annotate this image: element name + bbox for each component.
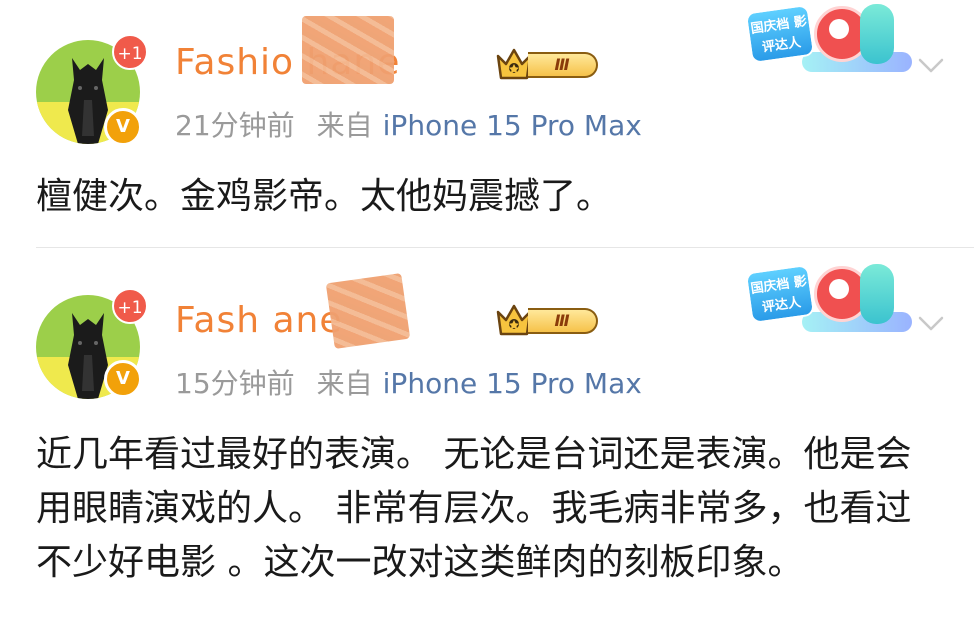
- chevron-down-icon[interactable]: [916, 308, 946, 338]
- notification-badge: +1: [112, 288, 148, 324]
- post-content: 近几年看过最好的表演。 无论是台词还是表演。他是会用眼睛演戏的人。 非常有层次。…: [36, 434, 912, 583]
- redaction-mark: [302, 16, 394, 84]
- source-label: 来自: [316, 367, 373, 400]
- verified-v-icon: V: [104, 360, 142, 398]
- level-badge: Ⅲ: [528, 308, 598, 334]
- post-content: 檀健次。金鸡影帝。太他妈震撼了。: [36, 176, 613, 217]
- post-time: 15分钟前: [175, 367, 295, 400]
- post-meta: 15分钟前 来自 iPhone 15 Pro Max: [175, 362, 642, 402]
- sticker-tag: 国庆档 影评达人: [744, 263, 816, 325]
- mascot-blue-icon: [860, 4, 894, 64]
- post-time: 21分钟前: [175, 109, 295, 142]
- redaction-mark: [325, 273, 411, 349]
- sticker-tag: 国庆档 影评达人: [744, 3, 816, 65]
- post-1: +1 V Fashio hane Ⅲ 21分钟前 来自 iPhone 15 Pro …: [0, 0, 974, 250]
- username[interactable]: Fash ane: [175, 300, 343, 341]
- event-sticker[interactable]: 国庆档 影评达人: [742, 260, 912, 340]
- post-meta: 21分钟前 来自 iPhone 15 Pro Max: [175, 104, 642, 144]
- verified-v-icon: V: [104, 108, 142, 146]
- notification-badge: +1: [112, 34, 148, 70]
- post-2: +1 V Fash ane Ⅲ 15分钟前 来自 iPhone 15 Pro Max…: [0, 250, 974, 624]
- divider: [36, 247, 974, 248]
- chevron-down-icon[interactable]: [916, 50, 946, 80]
- event-sticker[interactable]: 国庆档 影评达人: [742, 0, 912, 80]
- mascot-blue-icon: [860, 264, 894, 324]
- device-link[interactable]: iPhone 15 Pro Max: [383, 367, 642, 400]
- source-label: 来自: [316, 109, 373, 142]
- device-link[interactable]: iPhone 15 Pro Max: [383, 109, 642, 142]
- level-badge: Ⅲ: [528, 52, 598, 78]
